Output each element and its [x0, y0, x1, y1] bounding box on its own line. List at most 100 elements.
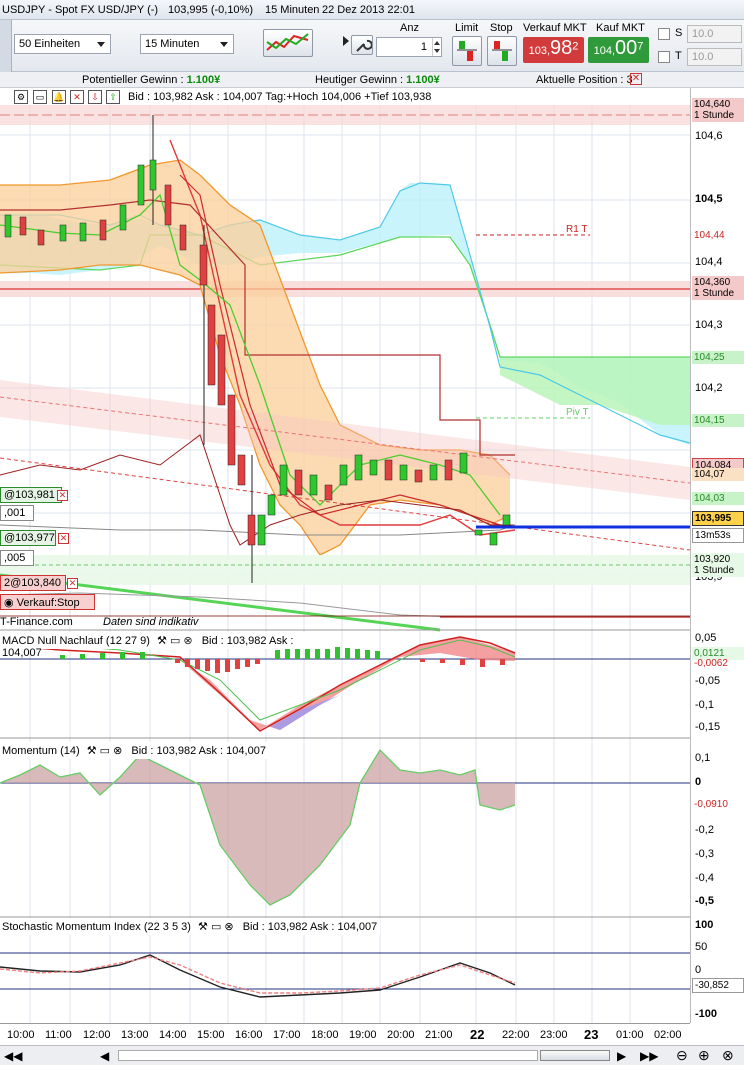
scroll-first-icon[interactable]: ◀◀	[4, 1049, 22, 1063]
window-icon[interactable]: ▭	[100, 745, 110, 757]
time-tick: 18:00	[311, 1029, 339, 1041]
macd-tag: -0,0062	[692, 657, 744, 670]
order-marker[interactable]: @103,981	[0, 487, 62, 503]
scroll-right-icon[interactable]: ▶	[617, 1049, 626, 1063]
tag-value: 103,920	[694, 554, 731, 565]
price-tag-cloud: 104,25	[692, 351, 744, 364]
s-checkbox[interactable]	[658, 28, 670, 40]
order-sub: ,001	[4, 507, 26, 519]
smi-tick: 50	[695, 941, 708, 953]
price-change: 103,995 (-0,10%)	[168, 4, 253, 16]
tag-value: -0,0910	[694, 799, 728, 810]
wrench-icon[interactable]: ⚙	[14, 90, 28, 104]
sell-price-main: 103,	[528, 45, 551, 57]
close-icon[interactable]: ✕	[70, 90, 84, 104]
time-tick: 16:00	[235, 1029, 263, 1041]
quantity-value: 1	[420, 41, 427, 53]
order-marker[interactable]: @103,977	[0, 530, 56, 546]
momentum-name: Momentum (14)	[2, 745, 80, 757]
interval-select[interactable]: 15 Minuten	[140, 34, 234, 54]
chevron-down-icon	[220, 42, 228, 47]
stop-order-type[interactable]: ◉ Verkauf:Stop	[0, 594, 95, 610]
y-tick: 104,4	[695, 256, 723, 268]
window-icon[interactable]: ▭	[170, 635, 180, 647]
datetime-title: 22 Dez 2013 22:01	[322, 4, 415, 16]
zoom-fit-icon[interactable]: ⊗	[722, 1047, 734, 1064]
wrench-button[interactable]	[351, 35, 373, 55]
bell-icon[interactable]: 🔔	[52, 90, 66, 104]
current-price-tag: 103,995	[692, 511, 744, 526]
momentum-tag: -0,0910	[692, 798, 744, 811]
t-value-input[interactable]: 10.0	[687, 48, 742, 66]
wrench-icon[interactable]: ⚒	[87, 745, 97, 757]
t-value: 10.0	[692, 51, 714, 63]
macd-name: MACD Null Nachlauf (12 27 9)	[2, 635, 150, 647]
units-select[interactable]: 50 Einheiten	[14, 34, 111, 54]
close-icon[interactable]: ⊗	[224, 921, 233, 933]
time-tick: 01:00	[616, 1029, 644, 1041]
momentum-tick: 0,1	[695, 752, 711, 764]
close-icon[interactable]: ⊗	[113, 745, 122, 757]
scroll-last-icon[interactable]: ▶▶	[640, 1049, 658, 1063]
s-value-input[interactable]: 10.0	[687, 25, 742, 43]
time-axis[interactable]: 10:00 11:00 12:00 13:00 14:00 15:00 16:0…	[0, 1023, 690, 1045]
collapse-arrow-icon[interactable]	[343, 36, 349, 46]
stop-button[interactable]	[487, 36, 517, 66]
wrench-icon[interactable]: ⚒	[198, 921, 208, 933]
price-tag-1h-support: 103,920 1 Stunde	[692, 553, 744, 577]
time-tick: 11:00	[45, 1029, 72, 1041]
tag-value: 103,995	[695, 513, 732, 524]
price-axis[interactable]: 104,6 104,5 104,4 104,3 104,2 103,9 104,…	[690, 88, 744, 1023]
buy-market-button[interactable]: 104,007	[588, 37, 649, 63]
profit-info-bar: Potentieller Gewinn : 1.100¥ Heutiger Ge…	[0, 72, 744, 88]
chart-indicator-icon	[266, 33, 309, 51]
chart-scrollbar[interactable]: ◀◀ ◀ ▶ ▶▶ ⊖ ⊕ ⊗	[0, 1045, 744, 1065]
tag-value: 104,03	[694, 493, 725, 504]
zoom-in-icon[interactable]: ⊕	[698, 1047, 710, 1064]
order-marker-sub: ,005	[0, 550, 34, 566]
close-position-icon[interactable]: ✕	[630, 73, 642, 85]
stop-label: Stop	[490, 22, 513, 34]
download-icon[interactable]: ⇩	[88, 90, 102, 104]
price-tag-1h-resistance: 104,640 1 Stunde	[692, 98, 744, 122]
price-tag-pivot: 104,15	[692, 414, 744, 427]
zoom-out-icon[interactable]: ⊖	[676, 1047, 688, 1064]
window-icon[interactable]: ▭	[211, 921, 221, 933]
s-value: 10.0	[692, 28, 714, 40]
close-icon[interactable]: ✕	[58, 533, 69, 544]
sell-price-big: 98	[550, 37, 573, 59]
quantity-stepper[interactable]	[432, 38, 441, 56]
stop-order-marker[interactable]: 2@103,840	[0, 575, 66, 591]
upload-icon[interactable]: ⇧	[106, 90, 120, 104]
today-gain-label: Heutiger Gewinn :	[315, 74, 407, 86]
anz-label: Anz	[400, 22, 419, 34]
wrench-icon[interactable]: ⚒	[157, 635, 167, 647]
left-panel-edge[interactable]	[0, 20, 12, 72]
close-icon[interactable]: ✕	[57, 490, 68, 501]
limit-label: Limit	[455, 22, 479, 34]
close-icon[interactable]: ⊗	[183, 635, 192, 647]
t-checkbox[interactable]	[658, 51, 670, 63]
momentum-header: Momentum (14) ⚒ ▭ ⊗ Bid : 103,982 Ask : …	[0, 742, 280, 759]
scroll-left-icon[interactable]: ◀	[100, 1049, 109, 1063]
limit-button[interactable]	[452, 36, 482, 66]
sell-price-sup: 2	[572, 40, 579, 53]
price-tag-1h-level: 104,360 1 Stunde	[692, 276, 744, 300]
sell-market-button[interactable]: 103,982	[523, 37, 584, 63]
scroll-thumb[interactable]	[540, 1050, 610, 1061]
time-tick: 17:00	[273, 1029, 301, 1041]
scroll-track[interactable]	[118, 1050, 538, 1061]
buy-price-sup: 7	[637, 40, 644, 53]
window-icon[interactable]: ▭	[33, 90, 47, 104]
macd-tick: -0,15	[695, 721, 721, 733]
time-tick: 23:00	[540, 1029, 568, 1041]
close-icon[interactable]: ✕	[67, 578, 78, 589]
price-tag-r1: 104,44	[692, 229, 744, 242]
tag-value: 104,44	[694, 230, 725, 241]
time-tick: 14:00	[159, 1029, 187, 1041]
y-tick: 104,2	[695, 382, 723, 394]
smi-tick: -100	[695, 1008, 718, 1020]
chart-canvas[interactable]: R1 T Piv T	[0, 105, 690, 1023]
momentum-tick: -0,5	[695, 895, 714, 907]
indicator-button[interactable]	[263, 29, 313, 57]
